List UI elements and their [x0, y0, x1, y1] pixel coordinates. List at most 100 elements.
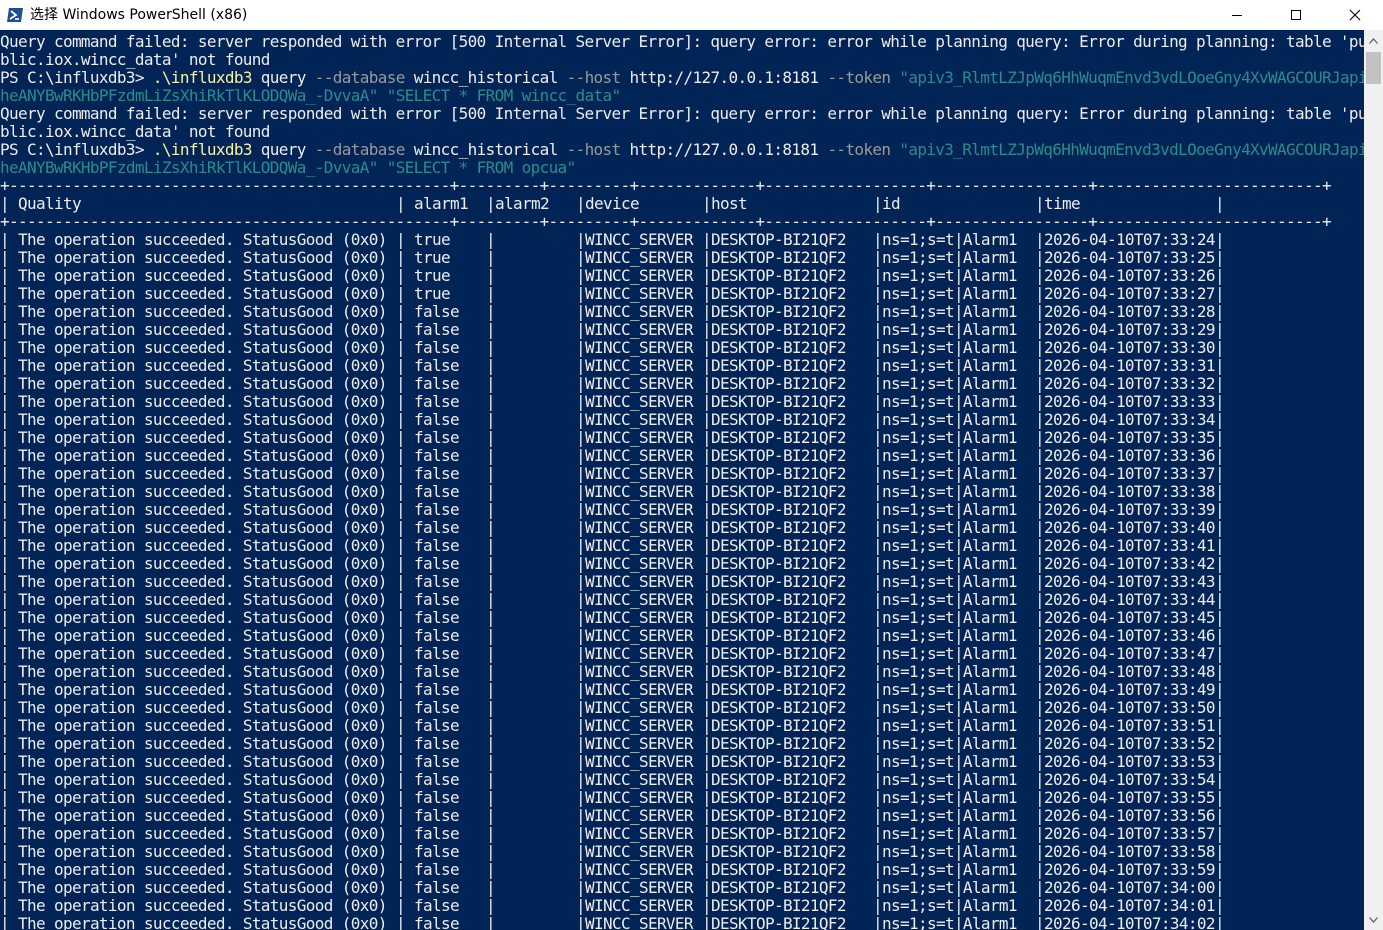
- table-cell: DESKTOP-BI21QF2: [711, 896, 847, 915]
- column-separator: |: [576, 554, 586, 573]
- column-separator: |: [396, 446, 406, 465]
- column-separator: |: [1035, 734, 1045, 753]
- column-separator: |: [486, 734, 496, 753]
- column-separator: |: [396, 626, 406, 645]
- column-separator: |: [702, 302, 712, 321]
- table-cell: false: [414, 518, 460, 537]
- table-cell: ns=1;s=t|Alarm1: [882, 446, 1018, 465]
- column-separator: |: [702, 824, 712, 843]
- table-cell: 2026-04-10T07:33:25: [1044, 248, 1216, 267]
- column-separator: |: [486, 302, 496, 321]
- column-separator: |: [873, 842, 883, 861]
- column-separator: |: [396, 770, 406, 789]
- column-separator: |: [486, 662, 496, 681]
- table-cell: WINCC_SERVER: [585, 824, 694, 843]
- column-separator: |: [1215, 284, 1225, 303]
- column-separator: |: [1035, 338, 1045, 357]
- table-cell: false: [414, 734, 460, 753]
- column-separator: |: [576, 572, 586, 591]
- table-cell: 2026-04-10T07:33:34: [1044, 410, 1216, 429]
- table-cell: 2026-04-10T07:33:53: [1044, 752, 1216, 771]
- column-separator: |: [486, 680, 496, 699]
- scroll-up-button[interactable]: [1364, 30, 1383, 52]
- table-cell: 2026-04-10T07:33:49: [1044, 680, 1216, 699]
- column-separator: |: [1215, 518, 1225, 537]
- column-separator: |: [396, 266, 406, 285]
- column-separator: |: [702, 356, 712, 375]
- column-separator: |: [486, 572, 496, 591]
- column-separator: |: [0, 788, 10, 807]
- close-button[interactable]: [1326, 0, 1383, 30]
- maximize-button[interactable]: [1267, 0, 1325, 30]
- column-separator: |: [873, 266, 883, 285]
- table-cell: 2026-04-10T07:33:44: [1044, 590, 1216, 609]
- column-separator: |: [1215, 680, 1225, 699]
- column-header: alarm1: [414, 194, 469, 213]
- column-separator: |: [873, 824, 883, 843]
- token-value-cont: heANYBwRKHbPFzdmLiZsXhiRkTlKLODQWa_-Dvva…: [0, 86, 378, 105]
- column-separator: |: [1035, 500, 1045, 519]
- table-cell: ns=1;s=t|Alarm1: [882, 896, 1018, 915]
- column-separator: |: [702, 590, 712, 609]
- table-cell: The operation succeeded. StatusGood (0x0…: [18, 338, 387, 357]
- console-output[interactable]: Query command failed: server responded w…: [0, 33, 1364, 930]
- table-cell: 2026-04-10T07:33:42: [1044, 554, 1216, 573]
- column-separator: |: [396, 914, 406, 930]
- column-separator: |: [873, 356, 883, 375]
- table-cell: 2026-04-10T07:33:35: [1044, 428, 1216, 447]
- column-separator: |: [1215, 860, 1225, 879]
- column-separator: |: [873, 284, 883, 303]
- column-separator: |: [486, 392, 496, 411]
- scroll-thumb[interactable]: [1366, 52, 1381, 84]
- column-separator: |: [576, 842, 586, 861]
- table-cell: ns=1;s=t|Alarm1: [882, 500, 1018, 519]
- column-separator: |: [1035, 410, 1045, 429]
- error-message-cont: blic.iox.wincc_data' not found: [0, 50, 270, 69]
- column-separator: |: [702, 428, 712, 447]
- column-separator: |: [702, 194, 712, 213]
- title-bar[interactable]: 选择 Windows PowerShell (x86): [0, 0, 1383, 30]
- column-separator: |: [0, 644, 10, 663]
- table-cell: DESKTOP-BI21QF2: [711, 590, 847, 609]
- table-cell: WINCC_SERVER: [585, 500, 694, 519]
- table-cell: true: [414, 284, 451, 303]
- table-cell: DESKTOP-BI21QF2: [711, 266, 847, 285]
- table-cell: DESKTOP-BI21QF2: [711, 716, 847, 735]
- column-separator: |: [1035, 788, 1045, 807]
- column-separator: |: [1215, 626, 1225, 645]
- table-cell: WINCC_SERVER: [585, 392, 694, 411]
- scroll-down-button[interactable]: [1364, 910, 1383, 930]
- table-cell: 2026-04-10T07:33:55: [1044, 788, 1216, 807]
- table-cell: The operation succeeded. StatusGood (0x0…: [18, 554, 387, 573]
- column-separator: |: [576, 428, 586, 447]
- table-cell: ns=1;s=t|Alarm1: [882, 230, 1018, 249]
- column-separator: |: [576, 680, 586, 699]
- column-separator: |: [1035, 482, 1045, 501]
- table-cell: The operation succeeded. StatusGood (0x0…: [18, 428, 387, 447]
- table-cell: false: [414, 626, 460, 645]
- table-cell: WINCC_SERVER: [585, 410, 694, 429]
- column-separator: |: [396, 896, 406, 915]
- column-separator: |: [702, 248, 712, 267]
- table-cell: ns=1;s=t|Alarm1: [882, 914, 1018, 930]
- column-separator: |: [0, 716, 10, 735]
- table-cell: The operation succeeded. StatusGood (0x0…: [18, 860, 387, 879]
- column-separator: |: [486, 860, 496, 879]
- column-separator: |: [702, 536, 712, 555]
- column-separator: |: [486, 878, 496, 897]
- table-cell: WINCC_SERVER: [585, 554, 694, 573]
- table-cell: false: [414, 806, 460, 825]
- table-cell: The operation succeeded. StatusGood (0x0…: [18, 356, 387, 375]
- vertical-scrollbar[interactable]: [1364, 30, 1383, 930]
- column-separator: |: [873, 194, 883, 213]
- table-cell: DESKTOP-BI21QF2: [711, 518, 847, 537]
- column-separator: |: [873, 698, 883, 717]
- column-separator: |: [1215, 752, 1225, 771]
- column-separator: |: [486, 752, 496, 771]
- table-cell: false: [414, 698, 460, 717]
- table-cell: The operation succeeded. StatusGood (0x0…: [18, 608, 387, 627]
- table-cell: false: [414, 410, 460, 429]
- table-cell: WINCC_SERVER: [585, 644, 694, 663]
- table-cell: 2026-04-10T07:33:43: [1044, 572, 1216, 591]
- minimize-button[interactable]: [1208, 0, 1266, 30]
